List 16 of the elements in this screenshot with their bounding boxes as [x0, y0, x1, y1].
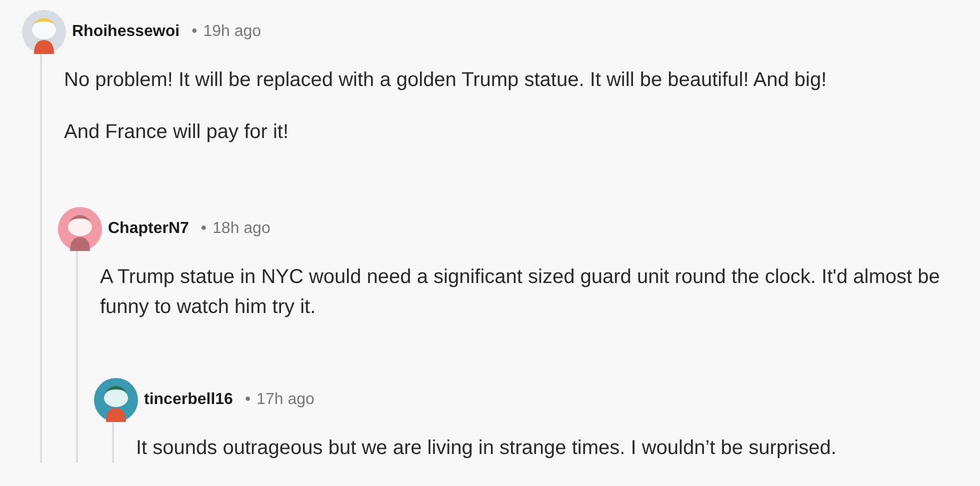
separator-dot: •	[244, 390, 251, 410]
comment-text: A Trump statue in NYC would need a significant sized guard unit round the clock. It'd almost be funny to watch him try it.	[100, 265, 941, 320]
username-link[interactable]: tincerbell16	[144, 388, 233, 412]
avatar-icon[interactable]	[22, 10, 66, 54]
separator-dot: •	[200, 219, 207, 239]
avatar-icon[interactable]	[94, 378, 138, 422]
timestamp: 19h ago	[203, 22, 262, 42]
username-link[interactable]: ChapterN7	[108, 217, 189, 241]
comment-text: It sounds outrageous but we are living in strange times. I wouldn’t be surprised.	[136, 436, 836, 461]
username-link[interactable]: Rhoihessewoi	[72, 20, 180, 44]
comment-text: And France will pay for it!	[64, 120, 290, 145]
timestamp: 17h ago	[256, 390, 314, 410]
avatar-icon[interactable]	[58, 207, 102, 251]
comment-text: No problem! It will be replaced with a golden Trump statue. It will be beautiful! And big!	[64, 68, 828, 93]
separator-dot: •	[192, 22, 198, 42]
timestamp: 18h ago	[212, 219, 270, 239]
